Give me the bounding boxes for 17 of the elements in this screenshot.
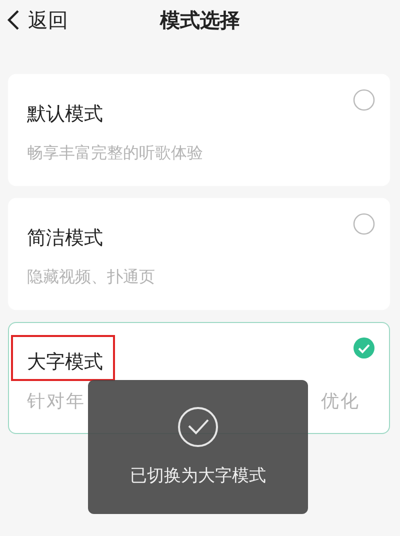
mode-title: 简洁模式 — [27, 227, 103, 249]
page-title: 模式选择 — [160, 7, 240, 34]
back-button[interactable]: 返回 — [0, 6, 68, 34]
mode-description: 优化 — [321, 390, 360, 413]
toast-message: 已切换为大字模式 — [130, 465, 266, 487]
mode-description: 畅享丰富完整的听歌体验 — [27, 143, 204, 164]
mode-card[interactable]: 简洁模式 隐藏视频、扑通页 — [8, 198, 390, 310]
radio-icon[interactable] — [353, 89, 375, 111]
mode-card[interactable]: 默认模式 畅享丰富完整的听歌体验 — [8, 74, 390, 186]
mode-description: 针对年 — [27, 390, 86, 413]
mode-description: 隐藏视频、扑通页 — [27, 267, 156, 288]
mode-title: 大字模式 — [27, 351, 103, 373]
back-icon — [6, 9, 20, 31]
radio-icon[interactable] — [353, 213, 375, 235]
mode-title: 默认模式 — [27, 103, 103, 125]
checked-radio-icon[interactable] — [353, 337, 375, 359]
check-circle-icon — [177, 406, 219, 448]
